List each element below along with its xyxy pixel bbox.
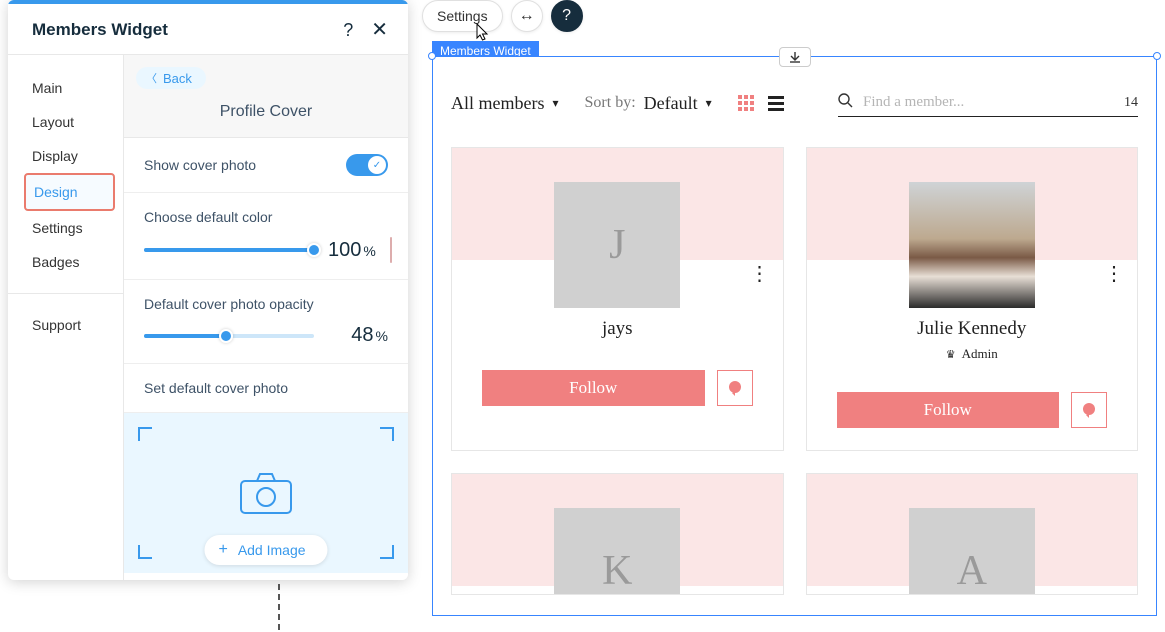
- crop-corner: [138, 427, 152, 441]
- opacity-row: Default cover photo opacity 48%: [124, 280, 408, 364]
- follow-button[interactable]: Follow: [482, 370, 705, 406]
- avatar: K: [554, 508, 680, 595]
- opacity-value: 48%: [351, 324, 388, 347]
- nav-divider: [8, 293, 123, 294]
- avatar: J: [554, 182, 680, 308]
- slider-thumb[interactable]: [307, 243, 321, 257]
- show-cover-row: Show cover photo ✓: [124, 138, 408, 193]
- toggle-knob: ✓: [368, 156, 386, 174]
- member-grid: J ⋮ jays Follow ⋮ Julie Kennedy: [451, 147, 1138, 595]
- chevron-down-icon: ▾: [706, 96, 712, 111]
- member-card[interactable]: K: [451, 473, 784, 595]
- crop-corner: [380, 545, 394, 559]
- avatar: A: [909, 508, 1035, 595]
- sort-dropdown[interactable]: Sort by: Default ▾: [585, 93, 712, 114]
- search-icon: [838, 93, 853, 112]
- crop-corner: [138, 545, 152, 559]
- member-card[interactable]: A: [806, 473, 1139, 595]
- member-card[interactable]: ⋮ Julie Kennedy ♛ Admin Follow: [806, 147, 1139, 451]
- nav-design[interactable]: Design: [24, 173, 115, 211]
- chevron-down-icon: ▾: [552, 96, 558, 111]
- camera-icon: [239, 471, 293, 515]
- nav-support[interactable]: Support: [8, 308, 123, 342]
- close-icon[interactable]: ✕: [371, 20, 388, 40]
- choose-color-label: Choose default color: [144, 209, 388, 225]
- member-card[interactable]: J ⋮ jays Follow: [451, 147, 784, 451]
- widget-inner: All members ▾ Sort by: Default ▾: [433, 57, 1156, 615]
- color-value: 100%: [328, 239, 376, 262]
- choose-color-row: Choose default color 100%: [124, 193, 408, 280]
- section-title: Profile Cover: [124, 89, 408, 138]
- swap-button[interactable]: ↔: [511, 0, 543, 32]
- set-default-label: Set default cover photo: [144, 380, 388, 396]
- show-cover-label: Show cover photo: [144, 157, 256, 173]
- nav-badges[interactable]: Badges: [8, 245, 123, 279]
- add-image-label: Add Image: [238, 542, 306, 558]
- cover-photo-picker[interactable]: + Add Image: [124, 413, 408, 573]
- widget-bar: All members ▾ Sort by: Default ▾: [451, 89, 1138, 117]
- grid-view-icon[interactable]: [738, 95, 754, 111]
- member-count: 14: [1124, 95, 1138, 111]
- filter-dropdown[interactable]: All members ▾: [451, 93, 559, 114]
- plus-icon: +: [218, 541, 227, 559]
- member-name: jays: [462, 318, 773, 340]
- selection-handle[interactable]: [428, 52, 436, 60]
- slider-thumb[interactable]: [219, 329, 233, 343]
- widget-toolbar: Settings ↔ ?: [422, 0, 583, 32]
- opacity-slider[interactable]: [144, 334, 314, 338]
- chat-button[interactable]: [717, 370, 753, 406]
- widget-canvas[interactable]: All members ▾ Sort by: Default ▾: [432, 56, 1157, 616]
- chevron-left-icon: 〈: [146, 70, 157, 86]
- crown-icon: ♛: [946, 348, 956, 361]
- collapse-handle[interactable]: [779, 47, 811, 67]
- color-swatch[interactable]: [390, 237, 392, 263]
- panel-title: Members Widget: [32, 20, 168, 40]
- panel-header: Members Widget ? ✕: [8, 4, 408, 55]
- opacity-label: Default cover photo opacity: [144, 296, 388, 312]
- settings-panel: Members Widget ? ✕ Main Layout Display D…: [8, 0, 408, 580]
- back-label: Back: [163, 71, 192, 86]
- color-slider[interactable]: [144, 248, 314, 252]
- more-icon[interactable]: ⋮: [750, 268, 769, 280]
- guide-line: [278, 584, 280, 630]
- panel-content: 〈 Back Profile Cover Show cover photo ✓ …: [124, 55, 408, 580]
- crop-corner: [380, 427, 394, 441]
- nav-layout[interactable]: Layout: [8, 105, 123, 139]
- nav-settings[interactable]: Settings: [8, 211, 123, 245]
- follow-button[interactable]: Follow: [837, 392, 1060, 428]
- nav-display[interactable]: Display: [8, 139, 123, 173]
- search-field[interactable]: 14: [838, 89, 1138, 117]
- help-icon[interactable]: ?: [343, 21, 353, 39]
- search-input[interactable]: [863, 94, 1114, 111]
- nav-main[interactable]: Main: [8, 71, 123, 105]
- member-role: ♛ Admin: [817, 346, 1128, 362]
- side-nav: Main Layout Display Design Settings Badg…: [8, 55, 124, 580]
- avatar: [909, 182, 1035, 308]
- add-image-button[interactable]: + Add Image: [204, 535, 327, 565]
- list-view-icon[interactable]: [768, 96, 784, 111]
- back-button[interactable]: 〈 Back: [136, 67, 206, 89]
- chat-button[interactable]: [1071, 392, 1107, 428]
- more-icon[interactable]: ⋮: [1104, 268, 1123, 280]
- member-name: Julie Kennedy: [817, 318, 1128, 340]
- help-button[interactable]: ?: [551, 0, 583, 32]
- set-default-row: Set default cover photo: [124, 364, 408, 413]
- settings-button[interactable]: Settings: [422, 0, 503, 32]
- show-cover-toggle[interactable]: ✓: [346, 154, 388, 176]
- selection-handle[interactable]: [1153, 52, 1161, 60]
